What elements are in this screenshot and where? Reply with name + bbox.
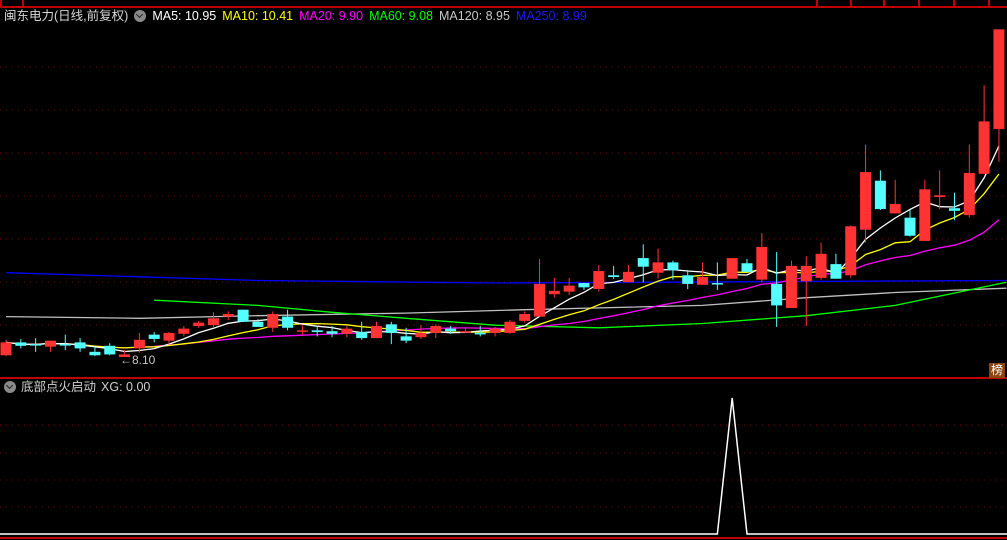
candle-body [622,271,634,283]
candle-body [993,29,1005,130]
candle-body [178,328,190,334]
candle-body [845,226,857,276]
candle-body [948,208,960,211]
candle-body [415,332,427,338]
xg-line [0,397,1007,535]
candle-body [785,265,797,308]
indicator-header: 底部点火启动 XG: 0.00 [4,379,150,395]
kline-chart[interactable] [0,0,1007,540]
candle-body [534,283,546,317]
candle-body [771,283,783,306]
candle-body [371,326,382,339]
candle-body [904,217,916,236]
candle-body [326,331,338,334]
candle-body [30,344,42,346]
candle-body [919,189,931,241]
candle-body [652,262,664,273]
ma250-line [5,272,1007,284]
candle-body [252,321,264,327]
candle-body [385,324,397,333]
candle-body [593,271,605,290]
candle-body [800,265,812,282]
candle-body [356,332,368,339]
candle-body [889,203,901,214]
candle-body [756,246,768,280]
candle-body [978,121,990,174]
candle-body [400,336,412,341]
candle-body [44,340,56,347]
candle-body [104,345,116,355]
candle-body [0,342,12,356]
rank-badge[interactable]: 榜 [989,363,1005,378]
candle-body [608,275,620,278]
candle-body [711,283,723,285]
candle-body [207,318,219,326]
ma20-label: MA20: 9.90 [299,9,364,23]
ma60-line [154,281,1007,329]
candle-body [726,258,738,279]
chevron-down-icon[interactable] [134,10,147,22]
stock-title: 闽东电力(日线,前复权) [4,9,129,23]
candle-body [815,253,827,278]
candle-body [59,344,71,346]
candle-body [830,264,842,279]
candle-body [697,277,709,285]
candle-body [237,309,249,322]
candle-body [445,328,457,332]
candle-body [874,180,886,210]
ma5-label: MA5: 10.95 [152,9,217,23]
candle-body [311,330,323,333]
candle-body [459,331,471,333]
candle-body [578,283,590,288]
candle-body [934,195,946,198]
candle-body [563,285,575,292]
candle-body [133,339,145,349]
indicator-title: 底部点火启动 [21,380,97,394]
main-chart-header: 闽东电力(日线,前复权) MA5: 10.95 MA10: 10.41 MA20… [4,8,587,24]
low-price-marker: ←8.10 [120,353,156,367]
candle-body [548,290,560,295]
candle-body [89,351,101,356]
ma250-label: MA250: 8.99 [515,9,587,23]
candle-body [637,258,649,267]
candle-body [148,334,160,339]
candle-body [430,326,442,333]
candle-body [341,328,353,334]
candle-body [222,314,234,317]
candle-body [267,314,279,328]
candle-body [860,172,872,230]
chevron-down-icon[interactable] [4,381,16,393]
indicator-value: XG: 0.00 [101,380,151,394]
candle-body [963,172,975,216]
candle-body [667,262,679,271]
candle-body [15,342,27,346]
candle-body [489,328,501,333]
ma60-label: MA60: 9.08 [369,9,434,23]
candle-body [682,275,694,284]
candle-body [741,263,753,272]
candle-body [474,332,486,335]
candle-body [296,330,308,332]
candle-body [504,321,516,333]
ma10-label: MA10: 10.41 [222,9,294,23]
ma120-line [5,287,1007,319]
candle-body [163,332,175,341]
candle-body [519,314,531,321]
ma120-label: MA120: 8.95 [439,9,510,23]
candle-body [282,316,294,328]
candle-body [193,322,205,327]
candle-body [74,342,86,349]
